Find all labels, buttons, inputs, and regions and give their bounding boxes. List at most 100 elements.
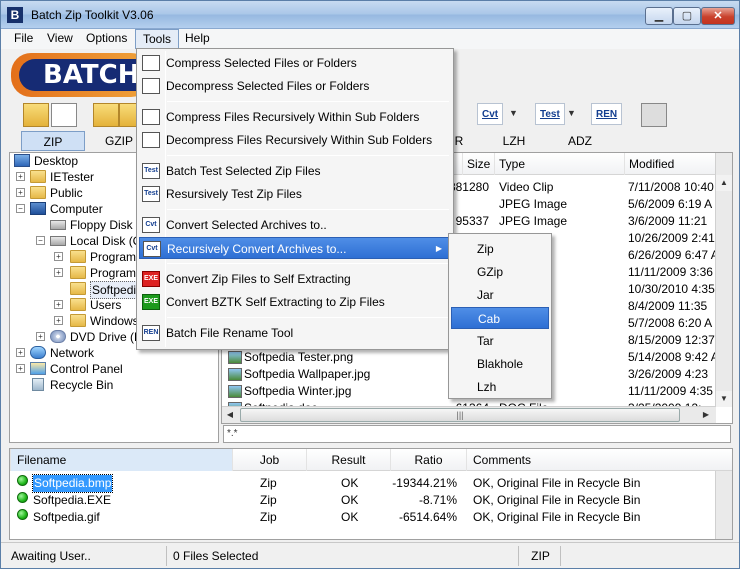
menu-help[interactable]: Help bbox=[178, 29, 217, 49]
settings-icon[interactable] bbox=[641, 103, 667, 127]
convert-to-jar[interactable]: Jar bbox=[451, 284, 549, 306]
menu-item-test[interactable]: Test Batch Test Selected Zip Files bbox=[139, 160, 451, 182]
title-bar: B Batch Zip Toolkit V3.06 ▁ ▢ ✕ bbox=[1, 1, 739, 29]
file-type: JPEG Image bbox=[499, 197, 568, 211]
menu-options[interactable]: Options bbox=[79, 29, 134, 49]
column-header-comments[interactable]: Comments bbox=[466, 449, 732, 471]
decompress-recursive-icon bbox=[142, 132, 160, 148]
brand-logo: BATCH Z bbox=[11, 53, 151, 97]
exe-to-zip-icon: EXE bbox=[142, 294, 160, 310]
expand-icon[interactable]: + bbox=[54, 268, 63, 277]
convert-to-lzh[interactable]: Lzh bbox=[451, 376, 549, 398]
test-icon: Test bbox=[142, 163, 160, 179]
collapse-icon[interactable]: − bbox=[36, 236, 45, 245]
hscroll-thumb[interactable]: ||| bbox=[240, 408, 680, 422]
menu-item-exe-to-zip[interactable]: EXE Convert BZTK Self Extracting to Zip F… bbox=[139, 291, 451, 313]
file-filter-field[interactable]: *.* bbox=[223, 425, 731, 443]
new-document-icon[interactable] bbox=[51, 103, 77, 127]
add-folder-icon[interactable] bbox=[93, 103, 119, 127]
menu-bar: File View Options Tools Help bbox=[1, 29, 739, 49]
scroll-up-icon[interactable]: ▲ bbox=[716, 175, 732, 191]
job-row[interactable]: Softpedia.bmp Zip OK -19344.21% OK, Original… bbox=[10, 474, 715, 493]
convert-to-zip[interactable]: Zip bbox=[451, 238, 549, 260]
folder-icon bbox=[70, 250, 86, 263]
minimize-button[interactable]: ▁ bbox=[645, 7, 673, 25]
convert-to-cab[interactable]: Cab bbox=[451, 307, 549, 329]
toolbar-convert-button[interactable]: Cvt bbox=[477, 103, 504, 125]
scroll-down-icon[interactable]: ▼ bbox=[716, 391, 732, 407]
status-ok-icon bbox=[17, 509, 28, 520]
status-ok-icon bbox=[17, 492, 28, 503]
file-type: Video Clip bbox=[499, 180, 554, 194]
scroll-left-icon[interactable]: ◀ bbox=[222, 407, 238, 423]
column-header-ratio[interactable]: Ratio bbox=[390, 449, 466, 471]
job-list-vscroll[interactable] bbox=[715, 471, 732, 539]
menu-item-decompress[interactable]: Decompress Selected Files or Folders bbox=[139, 75, 451, 97]
expand-icon[interactable]: + bbox=[16, 348, 25, 357]
job-row[interactable]: Softpedia.EXE Zip OK -8.71% OK, Original Fil… bbox=[10, 492, 715, 509]
column-header-job[interactable]: Job bbox=[232, 449, 306, 471]
close-button[interactable]: ✕ bbox=[701, 7, 735, 25]
format-adz[interactable]: ADZ bbox=[565, 131, 595, 151]
dvd-icon bbox=[50, 330, 66, 343]
chevron-down-icon[interactable]: ▼ bbox=[509, 108, 518, 118]
toolbar-test-button[interactable]: Test bbox=[535, 103, 565, 125]
file-modified: 11/11/2009 4:35 bbox=[628, 384, 713, 398]
job-ratio: -8.71% bbox=[418, 493, 457, 507]
menu-item-convert[interactable]: Cvt Convert Selected Archives to.. bbox=[139, 214, 451, 236]
menu-item-decompress-recursive[interactable]: Decompress Files Recursively Within Sub … bbox=[139, 129, 451, 151]
expand-icon[interactable]: + bbox=[16, 364, 25, 373]
collapse-icon[interactable]: − bbox=[16, 204, 25, 213]
menu-item-label: Compress Selected Files or Folders bbox=[166, 56, 357, 70]
network-icon bbox=[30, 346, 46, 359]
expand-icon[interactable]: + bbox=[16, 188, 25, 197]
column-header-filename[interactable]: Filename bbox=[10, 449, 232, 471]
file-modified: 3/6/2009 11:21 bbox=[628, 214, 708, 228]
expand-icon[interactable]: + bbox=[54, 300, 63, 309]
chevron-down-icon[interactable]: ▼ bbox=[567, 108, 576, 118]
open-folder-icon[interactable] bbox=[23, 103, 49, 127]
menu-item-test-recursive[interactable]: Test Resursively Test Zip Files bbox=[139, 183, 451, 205]
file-icon bbox=[228, 368, 242, 381]
file-list-hscroll[interactable]: ◀ ||| ▶ bbox=[222, 406, 716, 423]
job-filename: Softpedia.bmp bbox=[31, 474, 114, 493]
file-modified: 3/26/2009 4:23 bbox=[628, 367, 709, 381]
menu-item-rename[interactable]: REN Batch File Rename Tool bbox=[139, 322, 451, 344]
column-header-size[interactable]: Size bbox=[462, 153, 494, 175]
format-gzip[interactable]: GZIP bbox=[99, 131, 139, 151]
menu-tools[interactable]: Tools bbox=[135, 29, 180, 49]
expand-icon[interactable]: + bbox=[16, 172, 25, 181]
convert-to-blakhole[interactable]: Blakhole bbox=[451, 353, 549, 375]
maximize-button[interactable]: ▢ bbox=[673, 7, 701, 25]
column-header-result[interactable]: Result bbox=[306, 449, 390, 471]
menu-view[interactable]: View bbox=[40, 29, 80, 49]
menu-file[interactable]: File bbox=[7, 29, 40, 49]
decompress-icon bbox=[142, 78, 160, 94]
file-modified: 10/30/2010 4:35 bbox=[628, 282, 715, 296]
convert-to-gzip[interactable]: GZip bbox=[451, 261, 549, 283]
menu-item-exe[interactable]: EXE Convert Zip Files to Self Extracting bbox=[139, 268, 451, 290]
expand-icon[interactable]: + bbox=[54, 252, 63, 261]
menu-item-compress[interactable]: Compress Selected Files or Folders bbox=[139, 52, 451, 74]
brand-logo-text: BATCH Z bbox=[19, 59, 151, 91]
expand-icon[interactable]: + bbox=[54, 316, 63, 325]
job-filename: Softpedia.gif bbox=[33, 510, 100, 524]
scroll-right-icon[interactable]: ▶ bbox=[698, 407, 714, 423]
menu-item-label: Resursively Test Zip Files bbox=[166, 187, 302, 201]
toolbar-rename-button[interactable]: REN bbox=[591, 103, 623, 125]
menu-item-convert-recursive[interactable]: Cvt Recursively Convert Archives to... ▶ bbox=[139, 237, 451, 259]
file-name: Softpedia Wallpaper.jpg bbox=[244, 367, 371, 381]
job-row[interactable]: Softpedia.gif Zip OK -6514.64% OK, Original … bbox=[10, 509, 715, 526]
expand-icon[interactable]: + bbox=[36, 332, 45, 341]
convert-to-tar[interactable]: Tar bbox=[451, 330, 549, 352]
format-zip[interactable]: ZIP bbox=[21, 131, 85, 151]
job-result: OK bbox=[341, 510, 359, 524]
menu-separator bbox=[167, 209, 449, 210]
job-comment: OK, Original File in Recycle Bin bbox=[473, 510, 641, 524]
format-lzh[interactable]: LZH bbox=[499, 131, 529, 151]
floppy-drive-icon bbox=[50, 220, 66, 230]
column-header-type[interactable]: Type bbox=[494, 153, 624, 175]
file-list-vscroll[interactable]: ▲ ▼ bbox=[715, 153, 732, 407]
menu-item-compress-recursive[interactable]: Compress Files Recursively Within Sub Fo… bbox=[139, 106, 451, 128]
job-ratio: -19344.21% bbox=[392, 476, 457, 490]
